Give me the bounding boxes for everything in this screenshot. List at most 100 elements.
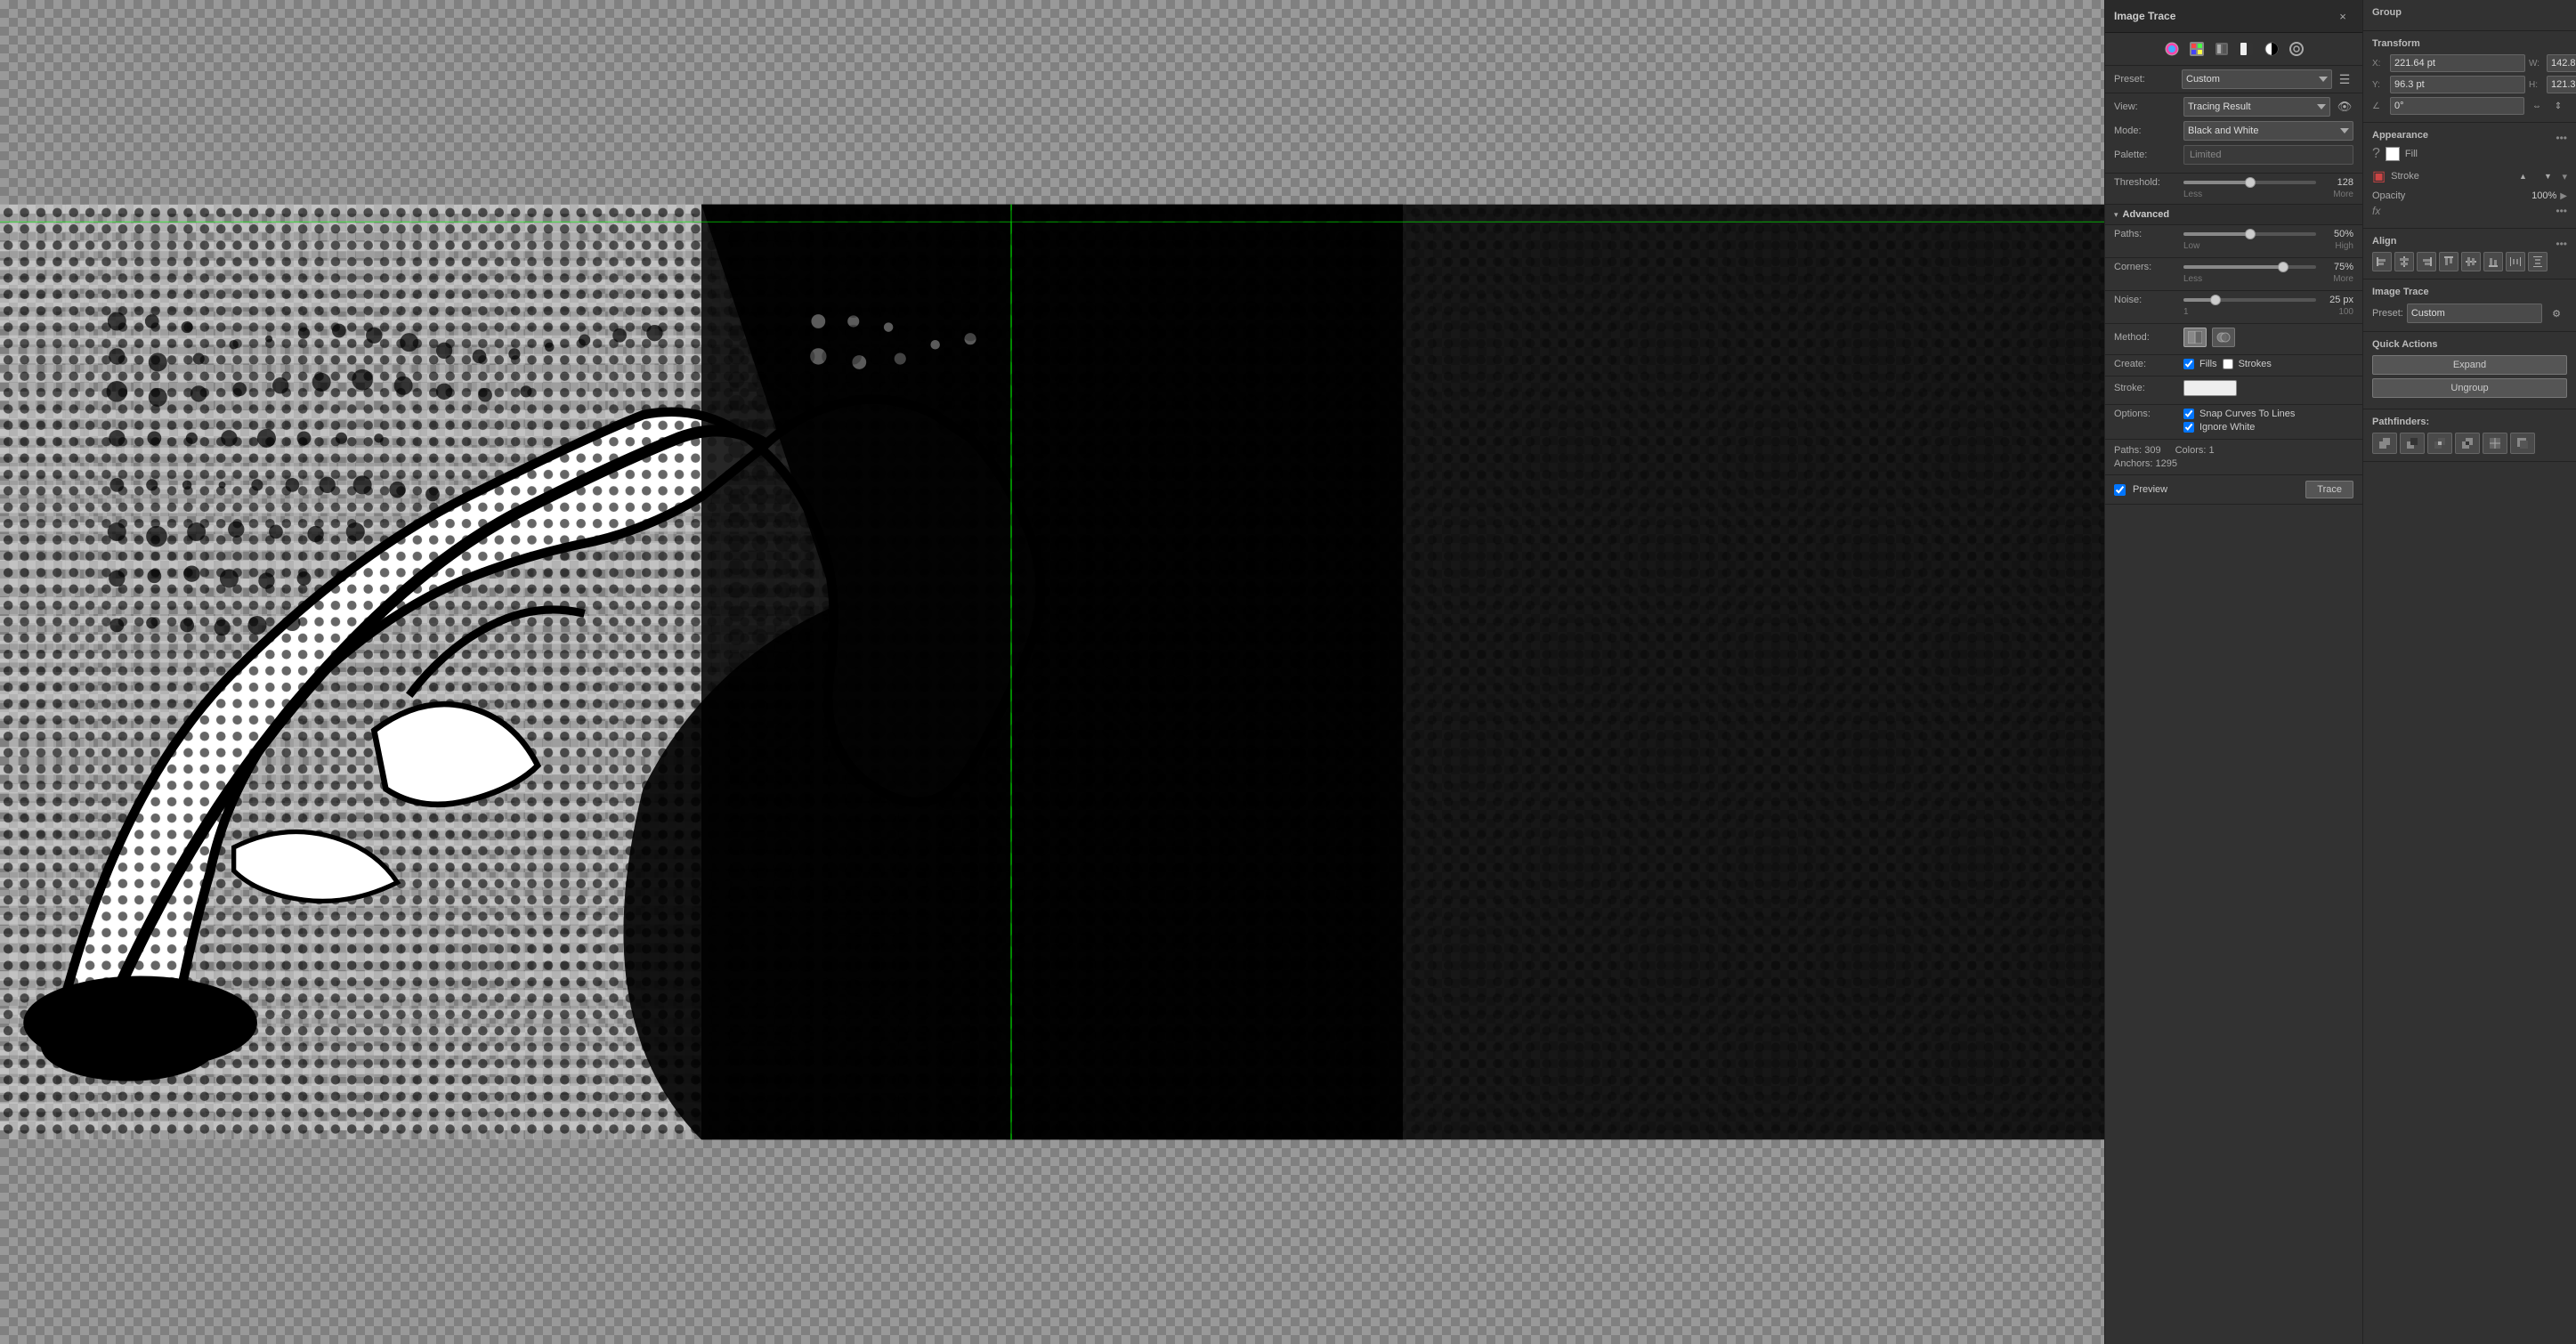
corners-min: Less (2183, 274, 2202, 284)
flip-vertical-btn[interactable]: ⇕ (2549, 97, 2567, 115)
preview-checkbox[interactable] (2114, 484, 2126, 496)
noise-thumb[interactable] (2210, 295, 2221, 305)
threshold-thumb[interactable] (2245, 177, 2256, 188)
align-center-v-btn[interactable] (2461, 252, 2481, 271)
right-preset-settings-btn[interactable]: ⚙ (2546, 303, 2567, 324)
stroke-label: Stroke: (2114, 383, 2178, 393)
pathfinder-minus-front-btn[interactable] (2400, 433, 2425, 454)
fills-checkbox[interactable] (2183, 359, 2194, 369)
view-select-wrapper: Tracing Result (2183, 97, 2330, 117)
corners-fill (2183, 265, 2283, 269)
anchors-info: Anchors: 1295 (2114, 458, 2177, 469)
options-label: Options: (2114, 409, 2178, 419)
x-input[interactable] (2390, 54, 2525, 72)
pathfinder-intersect-btn[interactable] (2427, 433, 2452, 454)
trace-button[interactable]: Trace (2305, 481, 2353, 498)
method-overlapping-btn[interactable] (2212, 328, 2235, 347)
align-more-btn[interactable]: ••• (2556, 238, 2567, 250)
y-field: Y: (2372, 76, 2525, 93)
outline-icon-btn[interactable] (2286, 38, 2307, 60)
paths-row: Paths: 50% (2114, 229, 2353, 239)
strokes-checkbox[interactable] (2223, 359, 2233, 369)
group-section: Group (2363, 0, 2576, 31)
stroke-select-arrow[interactable]: ▾ (2562, 171, 2567, 182)
pathfinder-trim-btn[interactable] (2510, 433, 2535, 454)
anchors-row: Anchors: 1295 (2114, 458, 2353, 469)
corners-label: Corners: (2114, 262, 2178, 272)
preset-menu-button[interactable]: ☰ (2336, 70, 2353, 88)
transform-grid: X: W: Y: H: (2372, 54, 2567, 93)
y-input[interactable] (2390, 76, 2525, 93)
low-color-icon-btn[interactable] (2211, 38, 2232, 60)
appearance-more-btn[interactable]: ••• (2556, 132, 2567, 144)
stroke-down-btn[interactable]: ▼ (2537, 166, 2558, 187)
mode-label: Mode: (2114, 125, 2178, 136)
angle-input[interactable] (2390, 97, 2524, 115)
paths-thumb[interactable] (2245, 229, 2256, 239)
noise-slider[interactable] (2183, 298, 2316, 302)
advanced-header[interactable]: ▾ Advanced (2105, 205, 2362, 225)
align-top-btn[interactable] (2439, 252, 2459, 271)
align-buttons-group (2372, 252, 2567, 271)
ignore-white-checkbox[interactable] (2183, 422, 2194, 433)
align-left-btn[interactable] (2372, 252, 2392, 271)
canvas-area[interactable] (0, 0, 2104, 1344)
paths-hints: Low High (2114, 241, 2353, 254)
panel-header-icons: × (2332, 5, 2353, 27)
corners-slider[interactable] (2183, 265, 2316, 269)
align-bottom-btn[interactable] (2483, 252, 2503, 271)
colors-value: 1 (2209, 445, 2215, 456)
stroke-color-icon: ▣ (2372, 167, 2386, 185)
auto-color-icon-btn[interactable] (2161, 38, 2183, 60)
advanced-triangle: ▾ (2114, 210, 2118, 220)
grayscale-icon-btn[interactable] (2236, 38, 2257, 60)
flip-horizontal-btn[interactable]: ⇔ (2528, 97, 2546, 115)
ignore-white-label: Ignore White (2199, 422, 2255, 433)
close-panel-button[interactable]: × (2332, 5, 2353, 27)
fx-icon: fx (2372, 205, 2380, 217)
right-preset-select[interactable]: Custom (2407, 304, 2542, 323)
w-input[interactable] (2547, 54, 2576, 72)
x-field: X: (2372, 54, 2525, 72)
fill-left: ? Fill (2372, 146, 2418, 162)
bw-icon-btn[interactable] (2261, 38, 2282, 60)
pathfinder-divide-btn[interactable] (2483, 433, 2507, 454)
fill-label: Fill (2405, 149, 2418, 159)
method-abutting-btn[interactable] (2183, 328, 2207, 347)
distrib-h-btn[interactable] (2506, 252, 2525, 271)
expand-button[interactable]: Expand (2372, 355, 2567, 375)
fill-swatch (2386, 147, 2400, 161)
pathfinder-unite-btn[interactable] (2372, 433, 2397, 454)
pathfinders-title: Pathfinders: (2372, 417, 2567, 427)
align-section: Align ••• (2363, 229, 2576, 279)
pathfinder-exclude-btn[interactable] (2455, 433, 2480, 454)
mode-select[interactable]: Black and White (2183, 121, 2353, 141)
w-label: W: (2529, 59, 2543, 69)
threshold-row: Threshold: 128 (2114, 177, 2353, 188)
align-center-h-btn[interactable] (2394, 252, 2414, 271)
threshold-slider[interactable] (2183, 181, 2316, 184)
stroke-up-btn[interactable]: ▲ (2512, 166, 2533, 187)
view-select[interactable]: Tracing Result (2183, 97, 2330, 117)
threshold-max: More (2333, 190, 2353, 199)
paths-label: Paths: (2114, 229, 2178, 239)
snap-curves-checkbox[interactable] (2183, 409, 2194, 419)
w-field: W: (2529, 54, 2576, 72)
stroke-row: ▣ Stroke ▲ ▼ ▾ (2372, 166, 2567, 187)
high-color-icon-btn[interactable] (2186, 38, 2207, 60)
align-right-btn[interactable] (2417, 252, 2436, 271)
palette-field[interactable] (2183, 145, 2353, 165)
appearance-title: Appearance (2372, 130, 2428, 141)
align-title: Align (2372, 236, 2397, 247)
preset-select[interactable]: Custom (2182, 69, 2332, 89)
paths-slider[interactable] (2183, 232, 2316, 236)
h-input[interactable] (2547, 76, 2576, 93)
ungroup-button[interactable]: Ungroup (2372, 378, 2567, 398)
options-section: Options: Snap Curves To Lines Ignore Whi… (2105, 405, 2362, 440)
corners-thumb[interactable] (2278, 262, 2288, 272)
opacity-expand-btn[interactable]: ▶ (2560, 191, 2567, 201)
view-eye-button[interactable]: 👁 (2336, 98, 2353, 116)
fx-row: fx ••• (2372, 205, 2567, 217)
distrib-v-btn[interactable] (2528, 252, 2548, 271)
fx-more-btn[interactable]: ••• (2556, 205, 2567, 217)
